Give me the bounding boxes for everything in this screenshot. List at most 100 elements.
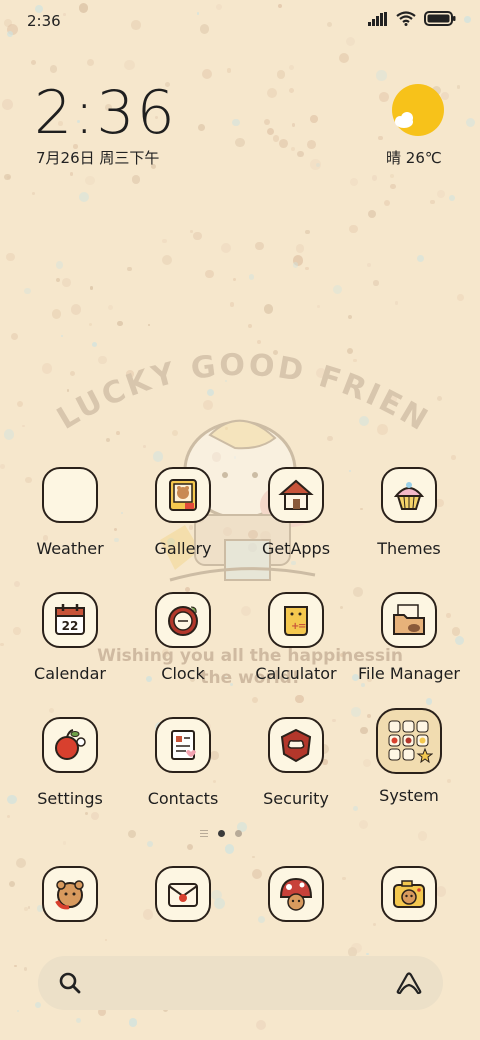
app-gallery[interactable]: Gallery [127,467,239,558]
wallpaper-speck [371,175,378,181]
wallpaper-speck [69,172,74,176]
wallpaper-speck [390,173,395,178]
wallpaper-speck [295,694,304,703]
wallpaper-speck [52,309,62,319]
app-label: GetApps [261,539,331,558]
app-calendar[interactable]: 22 Calendar [14,592,126,683]
wallpaper-speck [4,174,11,181]
wallpaper-speck [349,224,358,234]
wallpaper-speck [2,98,14,110]
app-calculator[interactable]: + = Calculator [240,592,352,683]
wallpaper-speck [3,429,15,441]
app-security[interactable]: Security [240,717,352,808]
wallpaper-speck [379,92,389,103]
wallpaper-speck [161,255,172,266]
wallpaper-speck [252,855,255,858]
app-clock[interactable]: Clock [127,592,239,683]
dock-camera[interactable] [353,866,465,922]
wallpaper-speck [87,59,95,67]
wallpaper-speck [131,175,141,184]
search-icon[interactable] [58,971,82,995]
page-indicator[interactable] [200,830,242,837]
wallpaper-speck [148,324,151,327]
app-getapps[interactable]: GetApps [240,467,352,558]
envelope-icon [155,866,211,922]
app-contacts[interactable]: Contacts [127,717,239,808]
shield-icon [268,717,324,773]
wallpaper-speck [16,1009,19,1013]
wallpaper-speck [451,455,456,460]
assistant-icon[interactable] [395,971,423,995]
weather-condition: 晴 [386,149,402,167]
wallpaper-speck [224,844,235,855]
app-system-folder[interactable]: System [353,708,465,805]
app-weather[interactable]: Weather [14,467,126,558]
wallpaper-speck [85,175,95,186]
wallpaper-speck [417,254,425,262]
wallpaper-speck [128,829,137,838]
wallpaper-speck [55,277,60,282]
search-bar[interactable] [38,956,443,1010]
svg-text:=: = [298,621,306,632]
wallpaper-speck [373,280,379,286]
app-label: Clock [161,664,205,683]
wallpaper-speck [11,333,19,341]
wallpaper-speck [62,841,67,845]
wallpaper-speck [368,209,377,219]
wallpaper-speck [35,1001,42,1008]
dock-messages[interactable] [127,866,239,922]
weather-widget-text[interactable]: 晴 26℃ [386,147,442,168]
cupcake-icon [381,467,437,523]
app-label: Gallery [154,539,212,558]
wallpaper-speck [187,843,194,850]
page-dot[interactable] [235,830,242,837]
wallpaper-speck [232,119,240,127]
wallpaper-speck [297,150,304,158]
wallpaper-speck [89,286,94,290]
wallpaper-speck [263,118,270,126]
wallpaper-speck [226,68,232,73]
calendar-badge: 22 [62,619,79,633]
wallpaper-speck [91,812,100,821]
wallpaper-speck [16,400,24,408]
camera-bear-icon [381,866,437,922]
wallpaper-speck [146,841,153,848]
clock-widget-date[interactable]: 7月26日 周三下午 [36,147,159,168]
wallpaper-speck [350,942,362,954]
wallpaper-speck [291,123,296,128]
wallpaper-speck [49,707,55,713]
status-bar: 2:36 [0,0,480,40]
app-label: Security [263,789,329,808]
wallpaper-speck [190,229,194,233]
wallpaper-speck [276,70,286,79]
wallpaper-speck [332,284,342,294]
minus-one-page-icon[interactable] [200,830,208,837]
wallpaper-speck [221,243,232,254]
page-dot-active[interactable] [218,830,225,837]
wallpaper-speck [352,805,359,812]
dock-phone[interactable] [14,866,126,922]
app-settings[interactable]: Settings [14,717,126,808]
wallpaper-speck [349,177,358,186]
wallpaper-speck [306,140,316,149]
dock-browser[interactable] [240,866,352,922]
wallpaper-speck [198,123,205,131]
app-file-manager[interactable]: File Manager [353,592,465,683]
clock-widget-time[interactable]: 2:36 [34,78,177,148]
wallpaper-speck [205,269,214,279]
wallpaper-speck [295,244,305,253]
wallpaper-speck [75,1017,81,1023]
wallpaper-speck [6,252,15,262]
wallpaper-speck [108,304,114,311]
app-themes[interactable]: Themes [353,467,465,558]
wallpaper-speck [255,241,264,250]
wallpaper-speck [292,262,299,268]
sunny-cloud-icon[interactable] [392,84,444,136]
app-label: System [379,786,439,805]
bear-photo-icon [155,467,211,523]
wallpaper-speck [449,194,456,201]
wallpaper-speck [417,830,428,841]
wallpaper-speck [22,424,26,428]
wallpaper-speck [310,115,318,123]
app-label: Weather [36,539,104,558]
